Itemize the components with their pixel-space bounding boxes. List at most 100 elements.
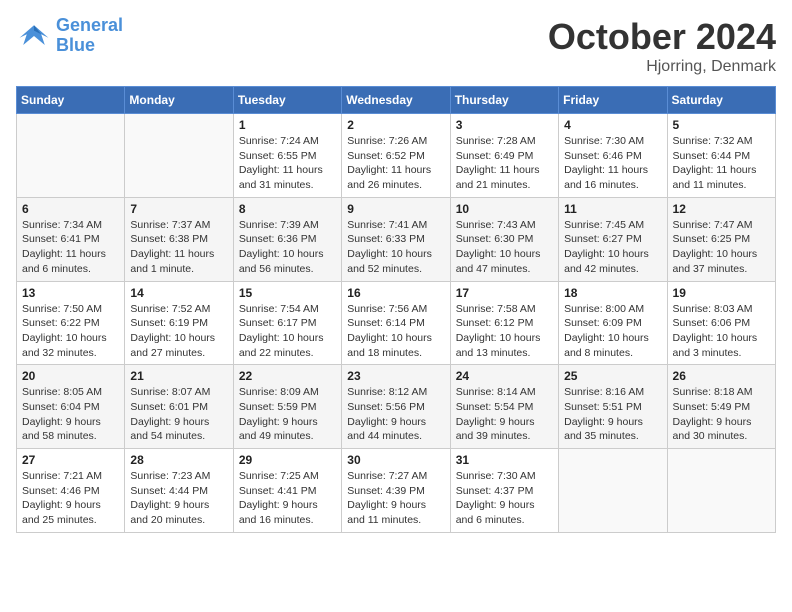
calendar-cell: 29Sunrise: 7:25 AMSunset: 4:41 PMDayligh…	[233, 449, 341, 533]
calendar-cell: 8 Sunrise: 7:39 AMSunset: 6:36 PMDaylight…	[233, 197, 341, 281]
location: Hjorring, Denmark	[548, 58, 776, 76]
weekday-header: Wednesday	[342, 87, 450, 114]
calendar-week-row: 20 Sunrise: 8:05 AMSunset: 6:04 PMDayligh…	[17, 365, 776, 449]
calendar-cell: 31 Sunrise: 7:30 AMSunset: 4:37 PMDayligh…	[450, 449, 558, 533]
calendar-cell: 4 Sunrise: 7:30 AMSunset: 6:46 PMDaylight…	[559, 114, 667, 198]
calendar-cell: 16 Sunrise: 7:56 AMSunset: 6:14 PMDayligh…	[342, 281, 450, 365]
day-info: Sunrise: 7:47 AMSunset: 6:25 PMDaylight:…	[673, 218, 770, 277]
day-number: 21	[130, 369, 227, 383]
day-number: 6	[22, 202, 119, 216]
day-info: Sunrise: 7:39 AMSunset: 6:36 PMDaylight:…	[239, 218, 336, 277]
day-number: 1	[239, 118, 336, 132]
day-info: Sunrise: 8:05 AMSunset: 6:04 PMDaylight:…	[22, 385, 119, 444]
day-info: Sunrise: 7:37 AMSunset: 6:38 PMDaylight:…	[130, 218, 227, 277]
day-info: Sunrise: 8:09 AMSunset: 5:59 PMDaylight:…	[239, 385, 336, 444]
day-info: Sunrise: 7:30 AMSunset: 6:46 PMDaylight:…	[564, 134, 661, 193]
day-number: 23	[347, 369, 444, 383]
calendar-cell: 20 Sunrise: 8:05 AMSunset: 6:04 PMDayligh…	[17, 365, 125, 449]
day-info: Sunrise: 8:03 AMSunset: 6:06 PMDaylight:…	[673, 302, 770, 361]
day-info: Sunrise: 7:58 AMSunset: 6:12 PMDaylight:…	[456, 302, 553, 361]
calendar-week-row: 27Sunrise: 7:21 AMSunset: 4:46 PMDayligh…	[17, 449, 776, 533]
day-info: Sunrise: 7:45 AMSunset: 6:27 PMDaylight:…	[564, 218, 661, 277]
calendar-cell: 28Sunrise: 7:23 AMSunset: 4:44 PMDayligh…	[125, 449, 233, 533]
day-info: Sunrise: 8:12 AMSunset: 5:56 PMDaylight:…	[347, 385, 444, 444]
calendar-cell: 7 Sunrise: 7:37 AMSunset: 6:38 PMDaylight…	[125, 197, 233, 281]
calendar-cell: 2 Sunrise: 7:26 AMSunset: 6:52 PMDaylight…	[342, 114, 450, 198]
calendar-cell	[667, 449, 775, 533]
day-info: Sunrise: 7:43 AMSunset: 6:30 PMDaylight:…	[456, 218, 553, 277]
day-number: 24	[456, 369, 553, 383]
weekday-header: Sunday	[17, 87, 125, 114]
day-info: Sunrise: 7:32 AMSunset: 6:44 PMDaylight:…	[673, 134, 770, 193]
calendar-week-row: 1 Sunrise: 7:24 AMSunset: 6:55 PMDaylight…	[17, 114, 776, 198]
page-header: General Blue October 2024 Hjorring, Denm…	[16, 16, 776, 76]
calendar-cell: 21 Sunrise: 8:07 AMSunset: 6:01 PMDayligh…	[125, 365, 233, 449]
day-number: 2	[347, 118, 444, 132]
calendar-cell: 13 Sunrise: 7:50 AMSunset: 6:22 PMDayligh…	[17, 281, 125, 365]
day-info: Sunrise: 7:52 AMSunset: 6:19 PMDaylight:…	[130, 302, 227, 361]
day-info: Sunrise: 7:27 AMSunset: 4:39 PMDaylight:…	[347, 469, 444, 528]
calendar-cell: 1 Sunrise: 7:24 AMSunset: 6:55 PMDaylight…	[233, 114, 341, 198]
calendar-cell: 5 Sunrise: 7:32 AMSunset: 6:44 PMDaylight…	[667, 114, 775, 198]
calendar-cell: 3 Sunrise: 7:28 AMSunset: 6:49 PMDaylight…	[450, 114, 558, 198]
calendar-cell: 25 Sunrise: 8:16 AMSunset: 5:51 PMDayligh…	[559, 365, 667, 449]
calendar-cell	[125, 114, 233, 198]
calendar-cell: 12 Sunrise: 7:47 AMSunset: 6:25 PMDayligh…	[667, 197, 775, 281]
calendar-cell: 27Sunrise: 7:21 AMSunset: 4:46 PMDayligh…	[17, 449, 125, 533]
day-info: Sunrise: 8:07 AMSunset: 6:01 PMDaylight:…	[130, 385, 227, 444]
calendar-cell: 9Sunrise: 7:41 AMSunset: 6:33 PMDaylight…	[342, 197, 450, 281]
day-number: 3	[456, 118, 553, 132]
logo-text: General Blue	[56, 16, 123, 56]
day-number: 11	[564, 202, 661, 216]
title-block: October 2024 Hjorring, Denmark	[548, 16, 776, 76]
day-number: 15	[239, 286, 336, 300]
day-number: 29	[239, 453, 336, 467]
day-number: 18	[564, 286, 661, 300]
day-number: 22	[239, 369, 336, 383]
day-number: 12	[673, 202, 770, 216]
day-number: 20	[22, 369, 119, 383]
day-number: 5	[673, 118, 770, 132]
day-info: Sunrise: 7:50 AMSunset: 6:22 PMDaylight:…	[22, 302, 119, 361]
day-number: 25	[564, 369, 661, 383]
day-info: Sunrise: 7:26 AMSunset: 6:52 PMDaylight:…	[347, 134, 444, 193]
calendar-cell: 26Sunrise: 8:18 AMSunset: 5:49 PMDayligh…	[667, 365, 775, 449]
month-title: October 2024	[548, 16, 776, 58]
calendar-table: SundayMondayTuesdayWednesdayThursdayFrid…	[16, 86, 776, 533]
day-number: 26	[673, 369, 770, 383]
day-info: Sunrise: 7:28 AMSunset: 6:49 PMDaylight:…	[456, 134, 553, 193]
calendar-cell: 18 Sunrise: 8:00 AMSunset: 6:09 PMDayligh…	[559, 281, 667, 365]
calendar-week-row: 13 Sunrise: 7:50 AMSunset: 6:22 PMDayligh…	[17, 281, 776, 365]
weekday-header: Saturday	[667, 87, 775, 114]
day-number: 16	[347, 286, 444, 300]
day-info: Sunrise: 8:16 AMSunset: 5:51 PMDaylight:…	[564, 385, 661, 444]
calendar-cell	[559, 449, 667, 533]
weekday-header-row: SundayMondayTuesdayWednesdayThursdayFrid…	[17, 87, 776, 114]
day-info: Sunrise: 8:00 AMSunset: 6:09 PMDaylight:…	[564, 302, 661, 361]
day-info: Sunrise: 7:54 AMSunset: 6:17 PMDaylight:…	[239, 302, 336, 361]
day-number: 30	[347, 453, 444, 467]
calendar-cell: 22 Sunrise: 8:09 AMSunset: 5:59 PMDayligh…	[233, 365, 341, 449]
logo-icon	[16, 18, 52, 54]
calendar-cell: 14Sunrise: 7:52 AMSunset: 6:19 PMDayligh…	[125, 281, 233, 365]
calendar-week-row: 6Sunrise: 7:34 AMSunset: 6:41 PMDaylight…	[17, 197, 776, 281]
day-info: Sunrise: 7:24 AMSunset: 6:55 PMDaylight:…	[239, 134, 336, 193]
day-number: 8	[239, 202, 336, 216]
day-info: Sunrise: 7:23 AMSunset: 4:44 PMDaylight:…	[130, 469, 227, 528]
day-number: 7	[130, 202, 227, 216]
day-number: 31	[456, 453, 553, 467]
weekday-header: Tuesday	[233, 87, 341, 114]
day-number: 10	[456, 202, 553, 216]
calendar-cell: 10 Sunrise: 7:43 AMSunset: 6:30 PMDayligh…	[450, 197, 558, 281]
calendar-cell: 15 Sunrise: 7:54 AMSunset: 6:17 PMDayligh…	[233, 281, 341, 365]
day-info: Sunrise: 7:56 AMSunset: 6:14 PMDaylight:…	[347, 302, 444, 361]
day-info: Sunrise: 7:21 AMSunset: 4:46 PMDaylight:…	[22, 469, 119, 528]
calendar-cell	[17, 114, 125, 198]
calendar-cell: 24Sunrise: 8:14 AMSunset: 5:54 PMDayligh…	[450, 365, 558, 449]
day-info: Sunrise: 7:30 AMSunset: 4:37 PMDaylight:…	[456, 469, 553, 528]
day-number: 13	[22, 286, 119, 300]
day-info: Sunrise: 7:41 AMSunset: 6:33 PMDaylight:…	[347, 218, 444, 277]
calendar-cell: 11 Sunrise: 7:45 AMSunset: 6:27 PMDayligh…	[559, 197, 667, 281]
logo: General Blue	[16, 16, 123, 56]
day-number: 4	[564, 118, 661, 132]
